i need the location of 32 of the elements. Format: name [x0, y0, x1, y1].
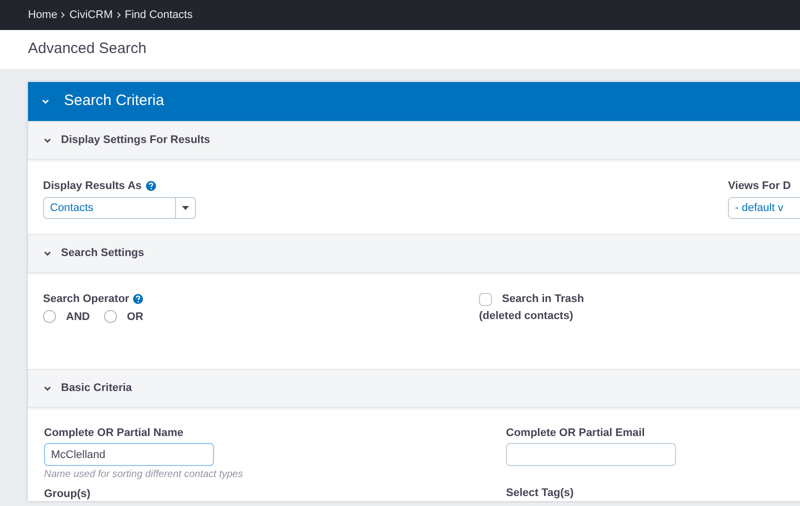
- field-label: Complete OR Partial Name: [44, 426, 184, 441]
- radio-button[interactable]: [43, 310, 56, 324]
- field-label: Select Tag(s): [506, 487, 575, 500]
- checkbox-note: (deleted contacts): [479, 308, 574, 324]
- email-input[interactable]: [506, 443, 676, 466]
- field-label: Group(s): [44, 488, 92, 501]
- section-header[interactable]: Search Settings: [28, 234, 800, 273]
- section-header[interactable]: Basic Criteria: [28, 369, 800, 408]
- breadcrumb-link[interactable]: Home: [28, 6, 58, 24]
- name-input[interactable]: McClelland: [44, 443, 214, 466]
- field-label: Search Operator: [43, 292, 130, 307]
- select-field[interactable]: Contacts: [43, 196, 196, 218]
- breadcrumb-link[interactable]: Find Contacts: [124, 6, 193, 24]
- field-label: Complete OR Partial Email: [506, 426, 645, 441]
- help-text: Name used for sorting different contact types: [44, 468, 244, 482]
- checkbox[interactable]: [479, 292, 492, 306]
- chevron-icon: [61, 12, 66, 18]
- checkbox-label: Search in Trash: [502, 292, 584, 307]
- caret-icon: [182, 206, 189, 210]
- panel-header[interactable]: Search Criteria: [28, 82, 800, 121]
- field-label: Display Results As: [43, 179, 142, 194]
- page-title: Advanced Search: [28, 39, 146, 60]
- radio-label: AND: [66, 310, 90, 324]
- chevron-icon: [116, 12, 121, 18]
- section-header[interactable]: Display Settings For Results: [28, 121, 800, 160]
- select-field[interactable]: - default v: [728, 196, 800, 218]
- field-label: Views For D: [728, 179, 792, 194]
- help-icon[interactable]: [133, 294, 144, 304]
- radio-label: OR: [126, 310, 144, 324]
- radio-button[interactable]: [104, 310, 117, 324]
- breadcrumb-link[interactable]: CiviCRM: [69, 6, 113, 24]
- help-icon[interactable]: [146, 181, 156, 192]
